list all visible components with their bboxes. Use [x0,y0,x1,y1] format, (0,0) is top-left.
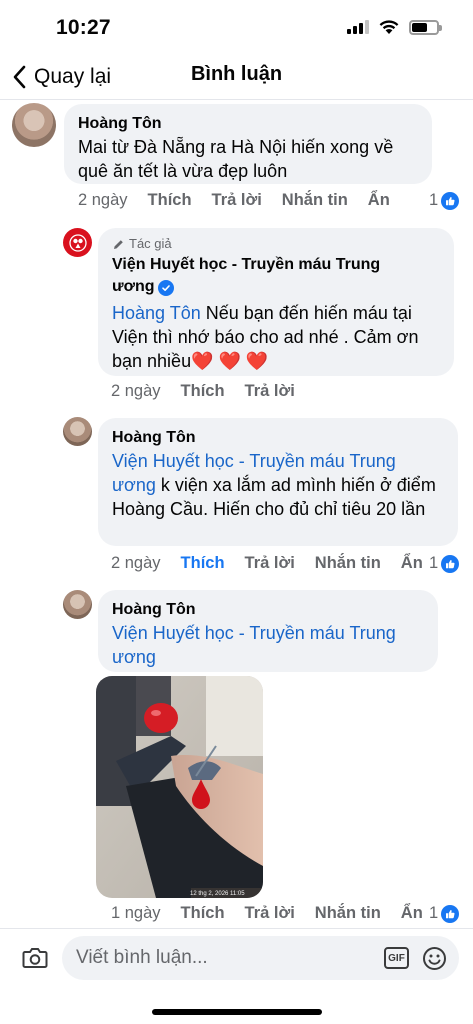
message-button[interactable]: Nhắn tin [315,904,381,923]
like-button[interactable]: Thích [181,554,225,573]
reaction-count[interactable]: 1 [429,554,460,573]
like-count: 1 [429,191,439,209]
status-bar: 10:27 [0,0,473,56]
reply-button[interactable]: Trả lời [245,382,295,401]
like-button[interactable]: Thích [148,191,192,210]
blood-donation-photo: 12 thg 2, 2026 11:05 [96,676,263,898]
verified-badge-icon [157,280,174,296]
comment-actions: 2 ngày Thích Trả lời Nhắn tin Ẩn [78,191,410,210]
gif-label: GIF [388,952,405,964]
comment-bubble[interactable]: Hoàng Tôn Viện Huyết học - Truyền máu Tr… [98,590,438,672]
comment-photo[interactable]: 12 thg 2, 2026 11:05 [96,676,263,898]
page-title: Bình luận [0,63,473,86]
reaction-count[interactable]: 1 [429,904,460,923]
comment-input[interactable]: Viết bình luận... GIF [62,936,459,980]
status-icons [347,19,442,35]
emoji-icon[interactable] [422,946,447,971]
hide-button[interactable]: Ẩn [401,554,423,573]
comment-bubble[interactable]: Tác giả Viện Huyết học - Truyền máu Trun… [98,228,454,376]
like-reaction-icon [441,191,460,210]
avatar[interactable] [12,103,56,147]
photo-timestamp: 12 thg 2, 2026 11:05 [190,891,245,897]
avatar[interactable] [63,417,92,446]
comment-author[interactable]: Viện Huyết học - Truyền máu Trung ương [112,254,422,298]
home-indicator [152,1009,322,1015]
blood-institute-logo-icon [68,233,87,252]
gif-button[interactable]: GIF [384,947,409,969]
battery-icon [409,19,442,35]
message-button[interactable]: Nhắn tin [282,191,348,210]
comment-actions: 2 ngày Thích Trả lời Nhắn tin Ẩn [111,554,443,573]
comment-author[interactable]: Hoàng Tôn [78,113,418,135]
page-avatar[interactable] [63,228,92,257]
hide-button[interactable]: Ẩn [368,191,390,210]
comment-bubble[interactable]: Hoàng Tôn Viện Huyết học - Truyền máu Tr… [98,418,458,546]
page-title-text: Bình luận [190,63,283,85]
comment-time: 2 ngày [111,554,161,572]
comment-input-placeholder: Viết bình luận... [76,947,208,968]
comment-body: k viện xa lắm ad mình hiến ở điểm Hoàng … [112,475,436,519]
nav-bar: Quay lại Bình luận [0,56,473,100]
like-button[interactable]: Thích [181,382,225,401]
comment-text: Viện Huyết học - Truyền máu Trung ương [112,621,424,669]
mention-link[interactable]: Hoàng Tôn [112,303,201,323]
reply-button[interactable]: Trả lời [212,191,262,210]
status-time: 10:27 [56,16,111,39]
hide-button[interactable]: Ẩn [401,904,423,923]
comment-text: Hoàng Tôn Nếu bạn đến hiến máu tại Viện … [112,301,440,373]
like-count: 1 [429,554,439,572]
heart-emoji: ❤️ ❤️ ❤️ [191,351,269,371]
avatar[interactable] [63,590,92,619]
cellular-signal-icon [347,20,369,34]
camera-icon[interactable] [22,947,48,969]
like-button[interactable]: Thích [181,904,225,923]
mention-link[interactable]: Viện Huyết học - Truyền máu Trung ương [112,623,396,667]
author-badge-label: Tác giả [129,236,172,251]
reply-button[interactable]: Trả lời [245,554,295,573]
comment-time: 2 ngày [78,191,128,209]
comment-actions: 1 ngày Thích Trả lời Nhắn tin Ẩn [111,904,443,923]
wifi-icon [379,20,399,34]
like-reaction-icon [441,904,460,923]
message-button[interactable]: Nhắn tin [315,554,381,573]
like-count: 1 [429,904,439,922]
reply-button[interactable]: Trả lời [245,904,295,923]
like-reaction-icon [441,554,460,573]
comment-author[interactable]: Hoàng Tôn [112,427,444,449]
comment-composer: Viết bình luận... GIF [0,928,473,1024]
comment-time: 1 ngày [111,904,161,922]
comment-text: Mai từ Đà Nẵng ra Hà Nội hiến xong về qu… [78,137,394,181]
comment-time: 2 ngày [111,382,161,400]
comment-text: Viện Huyết học - Truyền máu Trung ương k… [112,449,444,521]
reaction-count[interactable]: 1 [429,191,460,210]
pencil-icon [114,239,123,249]
author-badge: Tác giả [112,236,440,252]
comment-author-name: Viện Huyết học - Truyền máu Trung ương [112,256,381,295]
comment-author[interactable]: Hoàng Tôn [112,599,424,621]
comment-bubble[interactable]: Hoàng Tôn Mai từ Đà Nẵng ra Hà Nội hiến … [64,104,432,184]
comment-actions: 2 ngày Thích Trả lời [111,382,315,401]
